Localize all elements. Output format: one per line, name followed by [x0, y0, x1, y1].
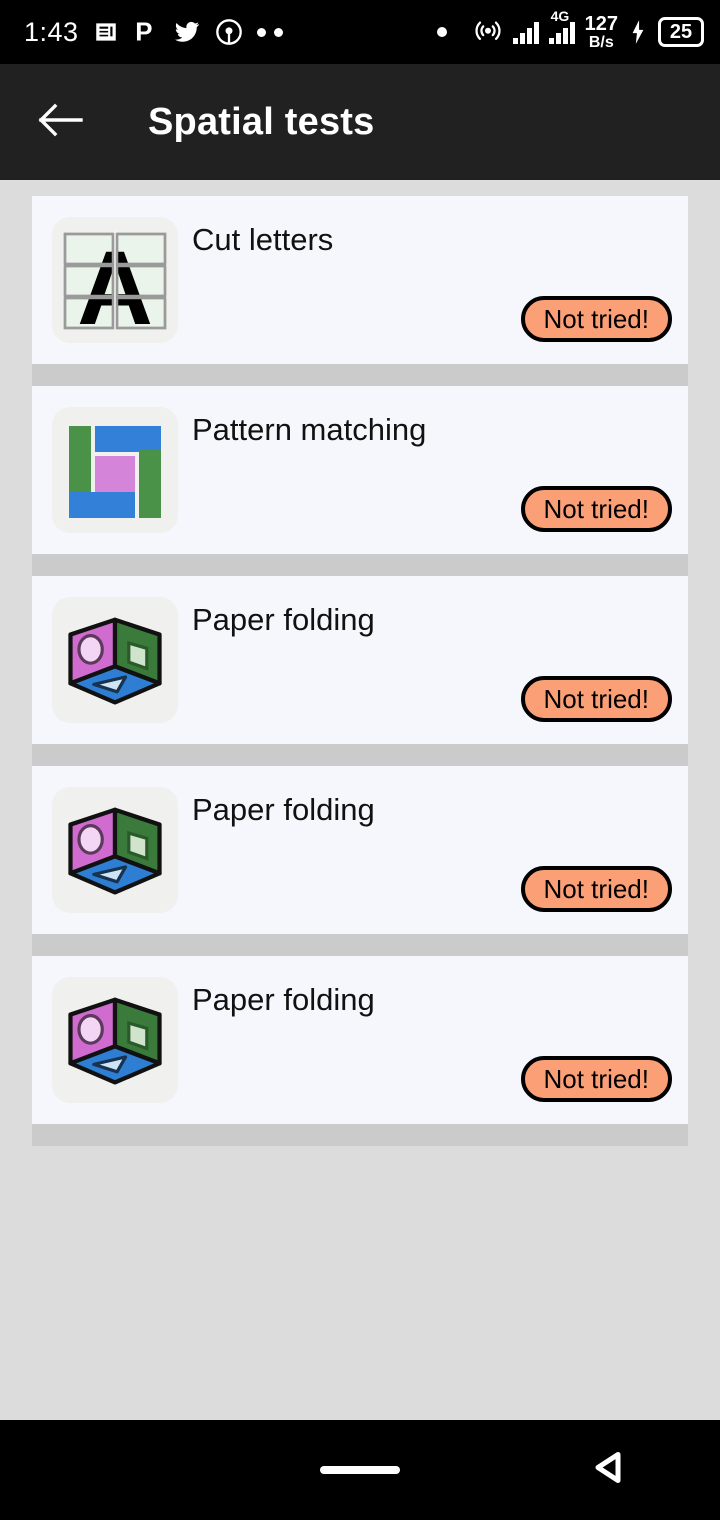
list-item-title: Paper folding: [192, 602, 375, 637]
list-separator: [32, 364, 688, 386]
cut-letters-icon: A: [52, 217, 178, 343]
status-badge[interactable]: Not tried!: [520, 1056, 672, 1102]
list-item[interactable]: Paper folding Not tried!: [32, 956, 688, 1124]
more-dots-icon: [256, 27, 283, 37]
status-bar-right: 4G 127 B/s 25: [436, 8, 720, 51]
list-item[interactable]: A Cut letters Not tried!: [32, 196, 688, 364]
list-item-title: Paper folding: [192, 982, 375, 1017]
signal-bars-icon: [512, 20, 539, 44]
list-item[interactable]: Paper folding Not tried!: [32, 766, 688, 934]
paper-folding-cube-icon: [52, 597, 178, 723]
list-item[interactable]: Pattern matching Not tried!: [32, 386, 688, 554]
network-speed-value: 127: [584, 12, 618, 35]
battery-indicator: 25: [658, 17, 704, 47]
nav-back-triangle-icon[interactable]: [584, 1445, 630, 1496]
list-separator: [32, 180, 688, 196]
phone-screen: 1:43 P 4G 127 B/s 25 Spatial tests A Cut…: [0, 0, 720, 1520]
paper-folding-cube-icon: [52, 787, 178, 913]
pattern-matching-icon: [52, 407, 178, 533]
status-badge[interactable]: Not tried!: [520, 866, 672, 912]
arrow-left-icon: [37, 101, 83, 144]
pocket-p-icon: P: [133, 18, 159, 46]
list-item[interactable]: Paper folding Not tried!: [32, 576, 688, 744]
status-bar-left: 1:43 P: [0, 17, 283, 48]
page-title: Spatial tests: [148, 100, 375, 143]
system-navigation-bar: [0, 1420, 720, 1520]
status-badge[interactable]: Not tried!: [520, 486, 672, 532]
dot-indicator-icon: [436, 27, 447, 37]
list-item-title: Paper folding: [192, 792, 375, 827]
back-button[interactable]: [24, 86, 96, 158]
paper-folding-cube-icon: [52, 977, 178, 1103]
news-article-icon: [93, 19, 119, 45]
twitter-bird-icon: [173, 19, 201, 45]
list-separator: [32, 554, 688, 576]
list-item-title: Pattern matching: [192, 412, 427, 447]
home-pill-icon[interactable]: [320, 1466, 400, 1474]
list-separator: [32, 744, 688, 766]
network-type-label: 4G: [550, 8, 570, 24]
tests-list: A Cut letters Not tried! Pattern matchin…: [0, 180, 720, 1146]
app-bar: Spatial tests: [0, 64, 720, 180]
network-speed-unit: B/s: [588, 33, 614, 51]
list-item-title: Cut letters: [192, 222, 334, 257]
battery-percent-label: 25: [669, 20, 693, 43]
status-bar: 1:43 P 4G 127 B/s 25: [0, 0, 720, 64]
status-bar-clock: 1:43: [24, 16, 79, 47]
list-separator: [32, 934, 688, 956]
status-badge[interactable]: Not tried!: [520, 296, 672, 342]
charging-bolt-icon: [628, 19, 648, 45]
list-separator: [32, 1124, 688, 1146]
hotspot-icon: [473, 17, 503, 47]
signal-bars-4g-icon: 4G: [548, 8, 575, 44]
broadcast-icon: [215, 18, 243, 46]
svg-text:P: P: [135, 19, 152, 46]
status-badge[interactable]: Not tried!: [520, 676, 672, 722]
network-speed: 127 B/s: [585, 14, 618, 51]
